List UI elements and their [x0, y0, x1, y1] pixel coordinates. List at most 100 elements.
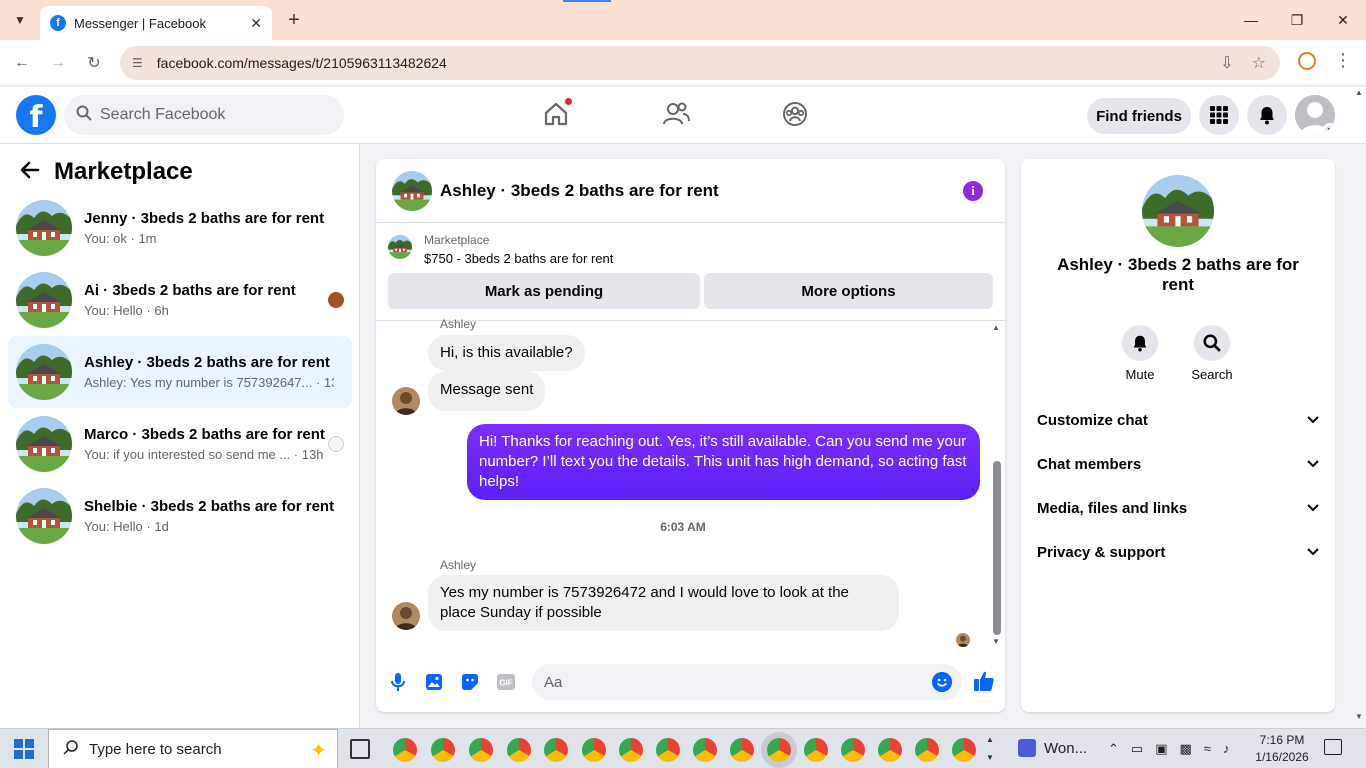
chrome-app-icon[interactable] — [544, 738, 568, 762]
home-notification-dot — [564, 97, 573, 106]
chevron-down-icon — [1307, 457, 1319, 471]
conversation-item[interactable]: Shelbie · 3beds 2 baths are for rent You… — [8, 480, 352, 552]
sparkle-icon: ✦ — [310, 740, 327, 762]
chat-scrollbar[interactable]: ▲ ▼ — [990, 323, 1002, 647]
chrome-app-icon[interactable] — [619, 738, 643, 762]
scroll-down-icon[interactable]: ▼ — [992, 637, 1000, 646]
mark-as-pending-button[interactable]: Mark as pending — [388, 273, 700, 309]
chrome-app-icon[interactable] — [393, 738, 417, 762]
conversation-item[interactable]: Marco · 3beds 2 baths are for rent You: … — [8, 408, 352, 480]
chrome-app-icon[interactable] — [431, 738, 455, 762]
notification-center-icon[interactable] — [1324, 739, 1342, 755]
sticker-icon[interactable] — [459, 671, 481, 693]
conversation-item[interactable]: Ai · 3beds 2 baths are for rent You: Hel… — [8, 264, 352, 336]
notifications-bell-icon[interactable] — [1247, 95, 1287, 135]
chrome-app-icon[interactable] — [915, 738, 939, 762]
tab-title: Messenger | Facebook — [74, 15, 206, 31]
page-scroll-down-icon[interactable]: ▼ — [1355, 712, 1363, 721]
home-icon[interactable] — [541, 97, 573, 129]
groups-icon[interactable] — [780, 99, 810, 129]
more-options-button[interactable]: More options — [704, 273, 993, 309]
chat-title[interactable]: Ashley · 3beds 2 baths are for rent — [440, 181, 719, 201]
windows-start-icon[interactable] — [14, 739, 34, 759]
close-window-icon[interactable]: ✕ — [1320, 0, 1366, 40]
facebook-search-input[interactable]: Search Facebook — [64, 95, 344, 135]
bookmark-star-icon[interactable]: ☆ — [1252, 53, 1266, 73]
incoming-message: Message sent — [428, 371, 546, 411]
tab-close-icon[interactable]: ✕ — [250, 15, 262, 32]
system-clock[interactable]: 7:16 PM 1/16/2026 — [1252, 732, 1312, 766]
gif-icon[interactable]: GIF — [495, 671, 517, 693]
microphone-icon[interactable] — [387, 671, 409, 693]
section-label: Customize chat — [1037, 411, 1148, 429]
account-chevron-down-icon: ▼ — [1323, 123, 1335, 135]
address-bar[interactable]: ☰ facebook.com/messages/t/21059631134826… — [120, 46, 1280, 80]
conversation-preview: You: if you interested so send me ... · … — [84, 447, 324, 462]
taskbar-search-box[interactable]: Type here to search ✦ — [48, 729, 338, 768]
wifi-icon[interactable]: ≈ — [1204, 741, 1211, 757]
chrome-app-icon[interactable] — [952, 738, 976, 762]
site-info-icon[interactable]: ☰ — [132, 56, 143, 70]
chrome-app-icon[interactable] — [656, 738, 680, 762]
browser-profile-icon[interactable] — [1298, 52, 1316, 70]
chrome-app-icon[interactable] — [804, 738, 828, 762]
browser-menu-icon[interactable]: ⋮ — [1334, 50, 1352, 71]
mute-button[interactable]: Mute — [1110, 325, 1170, 382]
new-tab-icon[interactable]: + — [282, 8, 306, 32]
device-icon[interactable]: ▩ — [1180, 741, 1192, 757]
photo-icon[interactable] — [423, 671, 445, 693]
meet-now-icon[interactable]: ▣ — [1155, 741, 1167, 757]
scroll-thumb[interactable] — [993, 461, 1001, 635]
back-icon[interactable]: ← — [10, 51, 34, 75]
chrome-app-icon[interactable] — [507, 738, 531, 762]
task-view-icon[interactable] — [350, 739, 370, 759]
reload-icon[interactable]: ↻ — [82, 51, 106, 75]
chrome-app-icon[interactable] — [693, 738, 717, 762]
chrome-app-icon[interactable] — [469, 738, 493, 762]
like-thumb-icon[interactable] — [972, 669, 996, 693]
chrome-app-icon[interactable] — [730, 738, 754, 762]
url-text: facebook.com/messages/t/2105963113482624 — [156, 55, 447, 71]
find-friends-button[interactable]: Find friends — [1087, 98, 1191, 134]
privacy-support-section[interactable]: Privacy & support — [1037, 530, 1319, 574]
chat-avatar[interactable] — [392, 171, 432, 211]
forward-icon[interactable]: → — [46, 51, 70, 75]
info-icon[interactable]: i — [963, 181, 983, 201]
message-input[interactable]: Aa — [532, 664, 962, 700]
tab-search-icon[interactable]: ▼ — [8, 8, 32, 32]
chat-members-section[interactable]: Chat members — [1037, 442, 1319, 486]
browser-tab[interactable]: f Messenger | Facebook ✕ — [40, 6, 272, 40]
restore-icon[interactable]: ❐ — [1274, 0, 1320, 40]
friends-icon[interactable] — [661, 99, 691, 129]
volume-icon[interactable]: ♪ — [1223, 741, 1230, 757]
conversation-name: Jenny · 3beds 2 baths are for rent — [84, 210, 325, 227]
listing-title[interactable]: $750 - 3beds 2 baths are for rent — [424, 251, 613, 266]
emoji-icon[interactable] — [932, 672, 952, 692]
taskbar-app-button[interactable]: Won... — [1018, 739, 1087, 757]
search-conversation-button[interactable]: Search — [1182, 325, 1242, 382]
page-scrollbar[interactable]: ▲ ▼ — [1352, 88, 1366, 728]
customize-chat-section[interactable]: Customize chat — [1037, 398, 1319, 442]
show-hidden-icons-icon[interactable]: ⌃ — [1108, 741, 1119, 757]
facebook-logo[interactable]: f — [16, 95, 56, 135]
marketplace-header: Marketplace — [20, 158, 193, 186]
chrome-app-icon[interactable] — [878, 738, 902, 762]
battery-icon[interactable]: ▭ — [1131, 741, 1143, 757]
chrome-app-icon-active[interactable] — [767, 738, 791, 762]
back-arrow-icon[interactable] — [20, 159, 40, 185]
install-app-icon[interactable]: ⇩ — [1220, 53, 1233, 73]
menu-grid-icon[interactable] — [1199, 95, 1239, 135]
tab-indicator — [563, 0, 611, 2]
account-avatar[interactable]: ▼ — [1295, 95, 1335, 135]
media-files-links-section[interactable]: Media, files and links — [1037, 486, 1319, 530]
search-label: Search — [1191, 367, 1233, 382]
scroll-up-icon[interactable]: ▲ — [992, 323, 1000, 332]
chrome-app-icon[interactable] — [582, 738, 606, 762]
minimize-icon[interactable]: — — [1228, 0, 1274, 40]
taskbar-overflow-icon[interactable]: ▲ ▼ — [986, 731, 994, 767]
windows-taskbar: Type here to search ✦ ▲ ▼ Won... ⌃ ▭ ▣ ▩ … — [0, 728, 1366, 768]
conversation-item-active[interactable]: Ashley · 3beds 2 baths are for rent Ashl… — [8, 336, 352, 408]
page-scroll-up-icon[interactable]: ▲ — [1355, 88, 1363, 97]
conversation-item[interactable]: Jenny · 3beds 2 baths are for rent You: … — [8, 192, 352, 264]
chrome-app-icon[interactable] — [841, 738, 865, 762]
